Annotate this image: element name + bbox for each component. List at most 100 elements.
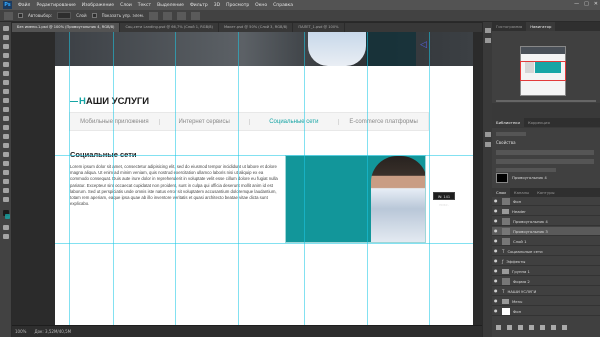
screen-mode-icon[interactable]: [3, 234, 9, 239]
menu-3d[interactable]: 3D: [214, 3, 220, 8]
eyedropper-tool-icon[interactable]: [3, 71, 9, 76]
blur-tool-icon[interactable]: [3, 134, 9, 139]
history-icon[interactable]: [485, 28, 491, 33]
vertical-guide[interactable]: [304, 32, 305, 328]
shape-tool-icon[interactable]: [3, 179, 9, 184]
layer-row[interactable]: ● Форма 2: [492, 277, 600, 286]
tab-internet-services[interactable]: Интернет сервисы: [160, 118, 250, 125]
menu-file[interactable]: Файл: [18, 3, 30, 8]
stamp-tool-icon[interactable]: [3, 98, 9, 103]
menu-filter[interactable]: Фильтр: [190, 3, 208, 8]
background-color-swatch[interactable]: [5, 214, 10, 219]
eye-icon[interactable]: ●: [494, 279, 499, 283]
marquee-tool-icon[interactable]: [3, 35, 9, 40]
menu-layers[interactable]: Слои: [120, 3, 132, 8]
layer-row[interactable]: ● Прямоугольник 4: [492, 217, 600, 226]
menu-help[interactable]: Справка: [273, 3, 293, 8]
align-left-icon[interactable]: [149, 11, 159, 20]
trash-icon[interactable]: [562, 325, 567, 330]
show-transform-checkbox[interactable]: [91, 13, 97, 18]
doc-tab[interactable]: Без имени-1.psd @ 100% (Прямоугольник 4,…: [12, 23, 121, 32]
tab-adjustments[interactable]: Коррекция: [524, 118, 554, 127]
actions-icon[interactable]: [485, 38, 491, 43]
close-icon[interactable]: ✕: [594, 1, 598, 7]
hand-tool-icon[interactable]: [3, 188, 9, 193]
canvas-area[interactable]: ◁ Н АШИ УСЛУГИ Мобильные приложения Инте…: [12, 32, 482, 337]
tab-channels[interactable]: Каналы: [510, 188, 533, 197]
tab-navigator[interactable]: Навигатор: [526, 22, 556, 31]
eye-icon[interactable]: ●: [494, 239, 499, 243]
eye-icon[interactable]: ●: [494, 269, 499, 273]
navigator-view-box[interactable]: [520, 61, 566, 81]
new-layer-icon[interactable]: [551, 325, 556, 330]
layer-row[interactable]: ● Menu: [492, 297, 600, 306]
quick-select-tool-icon[interactable]: [3, 53, 9, 58]
horizontal-guide[interactable]: [55, 243, 473, 244]
gradient-tool-icon[interactable]: [3, 125, 9, 130]
document-canvas[interactable]: ◁ Н АШИ УСЛУГИ Мобильные приложения Инте…: [55, 32, 473, 328]
auto-select-dropdown[interactable]: [57, 12, 72, 19]
layer-row[interactable]: ● Header: [492, 207, 600, 216]
vertical-guide[interactable]: [69, 32, 70, 328]
brush-tool-icon[interactable]: [3, 89, 9, 94]
vertical-guide[interactable]: [429, 32, 430, 328]
eye-icon[interactable]: ●: [494, 219, 499, 223]
menu-window[interactable]: Окно: [255, 3, 267, 8]
horizontal-guide[interactable]: [55, 155, 473, 156]
doc-tab[interactable]: Соц.сети Landing.psd @ 66,7% (Слой 1, RG…: [120, 23, 219, 32]
link-icon[interactable]: [496, 325, 501, 330]
type-tool-icon[interactable]: [3, 161, 9, 166]
new-group-icon[interactable]: [540, 325, 545, 330]
tab-libraries[interactable]: Библиотеки: [492, 118, 524, 127]
fill-swatch[interactable]: [496, 173, 508, 183]
pen-tool-icon[interactable]: [3, 152, 9, 157]
minimize-icon[interactable]: —: [574, 1, 579, 7]
dodge-tool-icon[interactable]: [3, 143, 9, 148]
eye-icon[interactable]: ●: [494, 289, 499, 293]
layer-row[interactable]: ● T Социальные сети: [492, 247, 600, 256]
vertical-guide[interactable]: [175, 32, 176, 328]
tab-ecommerce[interactable]: E-commerce платформы: [339, 119, 428, 125]
tab-social-networks[interactable]: Социальные сети: [250, 118, 340, 125]
props-row[interactable]: [496, 150, 594, 155]
eraser-tool-icon[interactable]: [3, 116, 9, 121]
move-tool-icon[interactable]: [4, 11, 13, 20]
path-select-tool-icon[interactable]: [3, 170, 9, 175]
zoom-tool-icon[interactable]: [3, 197, 9, 202]
menu-type[interactable]: Текст: [138, 3, 151, 8]
eye-icon[interactable]: ●: [494, 199, 499, 203]
navigator-zoom-slider[interactable]: [496, 100, 596, 102]
crop-tool-icon[interactable]: [3, 62, 9, 67]
eye-icon[interactable]: ●: [494, 229, 499, 233]
align-right-icon[interactable]: [177, 11, 187, 20]
align-center-icon[interactable]: [163, 11, 173, 20]
layer-row[interactable]: ● Слой 1: [492, 237, 600, 246]
menu-select[interactable]: Выделение: [157, 3, 184, 8]
mask-icon[interactable]: [518, 325, 523, 330]
menu-edit[interactable]: Редактирование: [36, 3, 75, 8]
eye-icon[interactable]: ●: [494, 259, 499, 263]
tab-layers[interactable]: Слои: [492, 188, 510, 197]
paragraph-icon[interactable]: [485, 142, 491, 147]
tab-paths[interactable]: Контуры: [533, 188, 558, 197]
layer-row[interactable]: ● Группа 1: [492, 267, 600, 276]
layer-row[interactable]: ● T НАШИ УСЛУГИ: [492, 287, 600, 296]
history-brush-tool-icon[interactable]: [3, 107, 9, 112]
menu-image[interactable]: Изображение: [82, 3, 114, 8]
lasso-tool-icon[interactable]: [3, 44, 9, 49]
auto-select-checkbox[interactable]: [18, 13, 23, 18]
eye-icon[interactable]: ●: [494, 309, 499, 313]
vertical-guide[interactable]: [113, 32, 114, 328]
doc-tab[interactable]: ПАЛЕТ_1.psd @ 100%: [293, 23, 345, 32]
doc-tab[interactable]: Макет.psd @ 50% (Слой 3, RGB/8): [219, 23, 294, 32]
tab-histogram[interactable]: Гистограмма: [492, 22, 526, 31]
layer-row[interactable]: ● ƒ Эффекты: [492, 257, 600, 266]
eye-icon[interactable]: ●: [494, 249, 499, 253]
layer-row[interactable]: ● Прямоугольник 3: [492, 227, 600, 236]
adjustment-icon[interactable]: [529, 325, 534, 330]
eye-icon[interactable]: ●: [494, 299, 499, 303]
zoom-level[interactable]: 100%: [15, 329, 26, 334]
tab-mobile-apps[interactable]: Мобильные приложения: [70, 118, 160, 125]
quick-mask-icon[interactable]: [3, 225, 9, 230]
fx-button-icon[interactable]: [507, 325, 512, 330]
